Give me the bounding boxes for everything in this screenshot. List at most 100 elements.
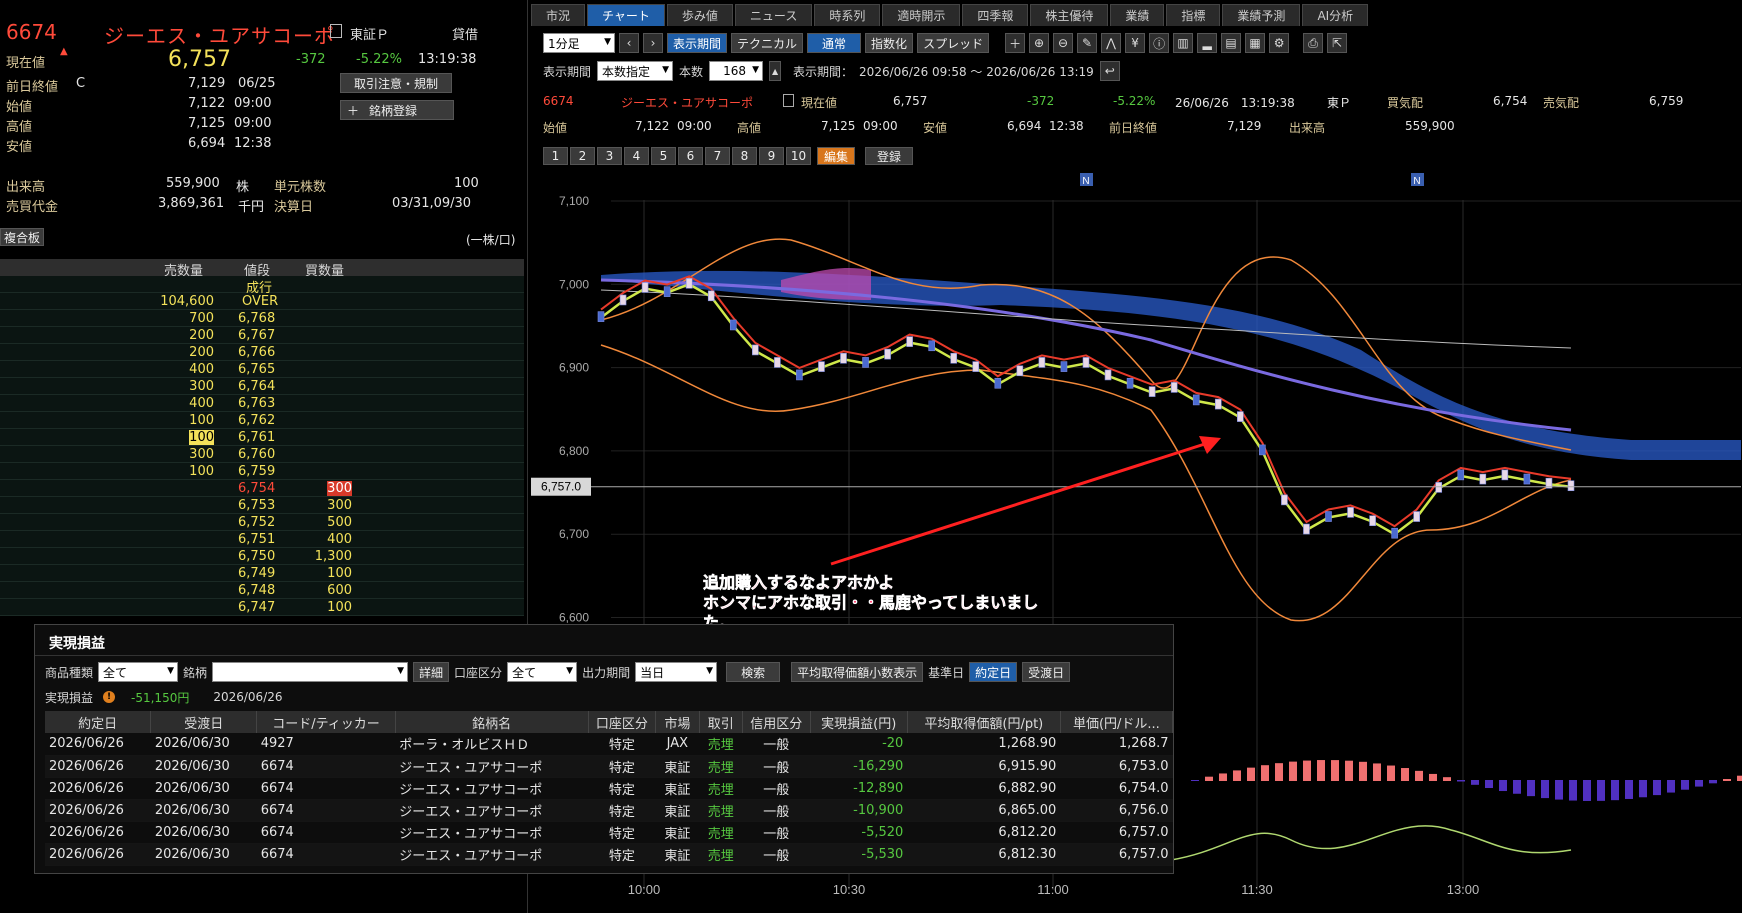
orderbook-row[interactable]: 6,751 400 [0,531,524,548]
orderbook-row[interactable]: 6,754 300 [0,480,524,497]
interval-select[interactable]: 1分足 ▼ [543,33,615,53]
chart-page-tab[interactable]: 2 [570,147,595,165]
orderbook-row[interactable]: 400 6,765 [0,361,524,378]
prev-icon[interactable]: ‹ [619,33,639,53]
tab-item[interactable]: AI分析 [1302,4,1369,26]
pnl-column-header[interactable]: コード/ティッカー [256,711,396,733]
crosshair-icon[interactable]: ＋ [1005,33,1026,53]
orderbook-row[interactable]: 100 6,762 [0,412,524,429]
stepper-icon[interactable]: ▲ [769,61,782,81]
tab-item[interactable]: 歩み値 [666,4,733,26]
orderbook-tab[interactable]: 複合板 [0,228,45,246]
index-button[interactable]: 指数化 [865,33,914,53]
table-row[interactable]: 2026/06/26 2026/06/30 6674 ジーエス・ユアサコーポ 特定 東証売… [45,755,1173,778]
tab-item[interactable]: 株主優待 [1030,4,1109,26]
pen-icon[interactable]: ✎ [1077,33,1098,53]
tab-item[interactable]: チャート [587,4,665,26]
account-type-select[interactable]: 全て ▼ [507,662,578,682]
table-row[interactable]: 2026/06/26 2026/06/30 6674 ジーエス・ユアサコーポ 特定 東証売… [45,777,1173,800]
orderbook-row[interactable]: 6,752 500 [0,514,524,531]
pnl-column-header[interactable]: 平均取得価額(円/pt) [907,711,1061,733]
tab-item[interactable]: ニュース [734,4,813,26]
orderbook-row[interactable]: 400 6,763 [0,395,524,412]
document-icon[interactable] [783,94,794,107]
chart-settings-icon[interactable]: ▦ [1245,33,1266,53]
trade-date-button[interactable]: 約定日 [969,662,1018,682]
count-input[interactable]: 168 ▼ [709,61,764,81]
pnl-column-header[interactable]: 約定日 [45,711,152,733]
table-row[interactable]: 2026/06/26 2026/06/30 6674 ジーエス・ユアサコーポ 特定 東証売… [45,821,1173,844]
search-button[interactable]: 検索 [726,662,781,682]
register-stock-button[interactable]: ＋ 銘柄登録 [340,100,454,120]
chart-page-tab[interactable]: 8 [732,147,757,165]
yen-icon[interactable]: ¥ [1125,33,1146,53]
pnl-column-header[interactable]: 実現損益(円) [810,711,908,733]
print-icon[interactable]: ⎙ [1303,33,1324,53]
orderbook-row[interactable]: 200 6,766 [0,344,524,361]
output-period-select[interactable]: 当日 ▼ [635,662,718,682]
orderbook-row[interactable]: 100 6,761 [0,429,524,446]
pnl-column-header[interactable]: 単価(円/ドル... [1060,711,1174,733]
tab-item[interactable]: 適時開示 [882,4,961,26]
avg-decimal-button[interactable]: 平均取得価額小数表示 [791,662,924,682]
chart-page-tab[interactable]: 4 [624,147,649,165]
brand-select[interactable]: ▼ [212,662,409,682]
detail-button[interactable]: 詳細 [413,662,450,682]
orderbook-row[interactable]: 700 6,768 [0,310,524,327]
warning-icon[interactable]: ! [103,691,116,703]
wrench-icon[interactable]: ⚙ [1269,33,1290,53]
orderbook-row[interactable]: 300 6,760 [0,446,524,463]
normal-button[interactable]: 通常 [807,33,862,53]
table-row[interactable]: 2026/06/26 2026/06/30 6674 ジーエス・ユアサコーポ 特定 東証売… [45,843,1173,866]
zoom-in-icon[interactable]: ⊕ [1029,33,1050,53]
orderbook-row[interactable]: 6,748 600 [0,582,524,599]
tab-item[interactable]: 業績 [1110,4,1165,26]
export-icon[interactable]: ⇱ [1327,33,1348,53]
orderbook-row[interactable]: 6,753 300 [0,497,524,514]
product-type-select[interactable]: 全て ▼ [98,662,179,682]
display-period-button[interactable]: 表示期間 [667,33,728,53]
chart-page-tab[interactable]: 10 [786,147,811,165]
return-icon[interactable]: ↩ [1099,61,1120,81]
settle-date-button[interactable]: 受渡日 [1022,662,1071,682]
tab-item[interactable]: 四季報 [962,4,1029,26]
pnl-column-header[interactable]: 信用区分 [742,711,811,733]
orderbook-row[interactable]: 6,747 100 [0,599,524,616]
info-icon[interactable]: ⓘ [1149,33,1170,53]
trade-notice-button[interactable]: 取引注意・規制 [340,73,452,93]
orderbook-row[interactable]: 200 6,767 [0,327,524,344]
volume-icon[interactable]: ▂ [1197,33,1218,53]
spread-button[interactable]: スプレッド [917,33,990,53]
tab-item[interactable]: 指標 [1166,4,1221,26]
orderbook-row[interactable]: 100 6,759 [0,463,524,480]
pnl-column-header[interactable]: 市場 [655,711,700,733]
orderbook-row[interactable]: 6,749 100 [0,565,524,582]
pnl-column-header[interactable]: 銘柄名 [395,711,589,733]
pnl-column-header[interactable]: 取引 [699,711,743,733]
tab-item[interactable]: 業績予測 [1222,4,1301,26]
technical-button[interactable]: テクニカル [731,33,804,53]
tab-item[interactable]: 市況 [531,4,586,26]
table-row[interactable]: 2026/06/26 2026/06/30 4927 ポーラ・オルビスＨＤ 特定 JAX 売… [45,733,1173,756]
orderbook-row[interactable]: 6,750 1,300 [0,548,524,565]
save-button[interactable]: 登録 [865,147,913,165]
news-chart-icon[interactable]: ▥ [1173,33,1194,53]
document-icon[interactable] [330,24,342,38]
zoom-out-icon[interactable]: ⊖ [1053,33,1074,53]
orderbook-row[interactable]: 104,600 OVER [0,293,524,310]
next-icon[interactable]: › [643,33,663,53]
chart-page-tab[interactable]: 5 [651,147,676,165]
tab-item[interactable]: 時系列 [814,4,881,26]
chart-page-tab[interactable]: 7 [705,147,730,165]
trendline-icon[interactable]: ⋀ [1101,33,1122,53]
period-mode-select[interactable]: 本数指定 ▼ [597,61,674,81]
chart-page-tab[interactable]: 9 [759,147,784,165]
pnl-column-header[interactable]: 口座区分 [588,711,657,733]
auto-icon[interactable]: ▤ [1221,33,1242,53]
pnl-column-header[interactable]: 受渡日 [150,711,258,733]
chart-page-tab[interactable]: 3 [597,147,622,165]
edit-button[interactable]: 編集 [817,147,855,165]
orderbook-row[interactable]: 成行 [0,276,524,296]
chart-page-tab[interactable]: 6 [678,147,703,165]
orderbook-row[interactable]: 300 6,764 [0,378,524,395]
